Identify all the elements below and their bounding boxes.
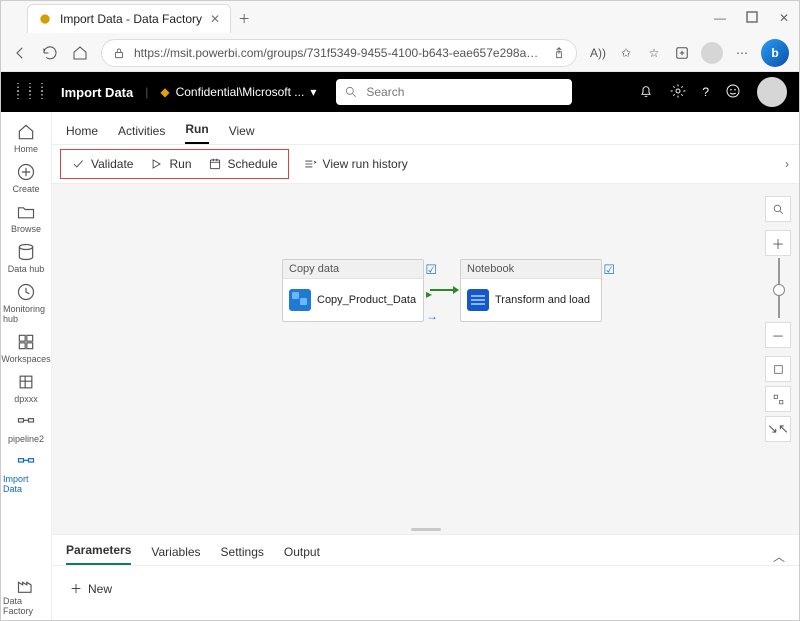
schedule-button[interactable]: Schedule (208, 157, 278, 171)
leftnav-workspaces[interactable]: Workspaces (3, 328, 49, 368)
collections-icon[interactable] (673, 44, 691, 62)
success-check-icon: ☑ (425, 262, 437, 278)
tab-favicon-icon (38, 12, 52, 26)
new-parameter-button[interactable]: ＋ New (52, 566, 799, 611)
connector-success[interactable] (430, 289, 458, 291)
toolbar-overflow-icon[interactable]: › (775, 157, 799, 171)
tab-home[interactable]: Home (66, 124, 98, 144)
node-copy-data[interactable]: Copy data Copy_Product_Data ☑ ▸ → (282, 259, 424, 322)
leftnav-importdata[interactable]: Import Data (3, 448, 49, 498)
auto-layout-button[interactable] (765, 386, 791, 412)
panel-collapse-button[interactable]: ︿ (773, 548, 785, 565)
page-title: Import Data (61, 85, 133, 100)
zoom-slider-handle[interactable] (773, 284, 785, 296)
more-icon[interactable]: ⋯ (733, 44, 751, 62)
run-button[interactable]: Run (149, 157, 191, 171)
bottom-panel: Parameters Variables Settings Output ︿ ＋… (52, 534, 799, 620)
window-minimize-button[interactable]: ― (713, 11, 727, 26)
leftnav-create[interactable]: Create (3, 158, 49, 198)
read-aloud-icon[interactable]: A)) (589, 44, 607, 62)
node-notebook[interactable]: Notebook Transform and load ☑ (460, 259, 602, 322)
refresh-button[interactable] (41, 44, 59, 62)
notebook-icon (467, 289, 489, 311)
home-button[interactable] (71, 44, 89, 62)
output-port-completion[interactable]: → (426, 309, 434, 317)
pipeline-canvas[interactable]: Copy data Copy_Product_Data ☑ ▸ → Notebo… (52, 184, 799, 524)
zoom-in-button[interactable]: ＋ (765, 230, 791, 256)
browser-tab[interactable]: Import Data - Data Factory ✕ (27, 4, 231, 33)
new-tab-button[interactable]: ＋ (231, 5, 257, 31)
leftnav-datahub[interactable]: Data hub (3, 238, 49, 278)
panel-tab-output[interactable]: Output (284, 545, 320, 565)
lock-icon (112, 46, 126, 60)
pipeline-tabs: Home Activities Run View (52, 112, 799, 145)
leftnav-monitoring[interactable]: Monitoring hub (3, 278, 49, 328)
tab-close-icon[interactable]: ✕ (210, 12, 220, 26)
minimize-canvas-button[interactable]: ↘↖ (765, 416, 791, 442)
search-icon (344, 85, 358, 99)
window-close-button[interactable]: ✕ (777, 11, 791, 26)
canvas-search-button[interactable] (765, 196, 791, 222)
notifications-icon[interactable] (638, 83, 654, 102)
leftnav-dpxxx[interactable]: dpxxx (3, 368, 49, 408)
node-name: Copy_Product_Data (317, 294, 416, 306)
user-avatar[interactable] (757, 77, 787, 107)
run-toolbar: Validate Run Schedule View run history › (52, 145, 799, 184)
zoom-out-button[interactable]: － (765, 322, 791, 348)
view-run-history-button[interactable]: View run history (303, 157, 408, 171)
leftnav-browse[interactable]: Browse (3, 198, 49, 238)
leftnav-home[interactable]: Home (3, 118, 49, 158)
leftnav-pipeline2[interactable]: pipeline2 (3, 408, 49, 448)
validate-button[interactable]: Validate (71, 157, 133, 171)
run-toolbar-highlight: Validate Run Schedule (60, 149, 289, 179)
back-button[interactable] (11, 44, 29, 62)
tab-activities[interactable]: Activities (118, 124, 165, 144)
tab-view[interactable]: View (229, 124, 255, 144)
tab-run[interactable]: Run (185, 122, 208, 144)
success-check-icon: ☑ (603, 262, 615, 278)
node-name: Transform and load (495, 294, 590, 306)
app-launcher-icon[interactable]: ⋮⋮⋮⋮⋮⋮⋮⋮⋮ (13, 86, 49, 98)
leftnav-datafactory[interactable]: Data Factory (3, 570, 49, 620)
window-maximize-button[interactable] (745, 11, 759, 26)
favorite-icon[interactable]: ✩ (617, 44, 635, 62)
settings-icon[interactable] (670, 83, 686, 102)
shield-icon: ◆ (160, 85, 169, 99)
left-nav: Home Create Browse Data hub Monitoring h… (1, 112, 52, 620)
profile-avatar[interactable] (701, 42, 723, 64)
url-text: https://msit.powerbi.com/groups/731f5349… (134, 46, 544, 60)
sensitivity-picker[interactable]: ◆ Confidential\Microsoft ... ▾ (160, 85, 316, 99)
bing-chat-button[interactable]: b (761, 39, 789, 67)
node-header: Notebook (461, 260, 601, 279)
help-icon[interactable]: ? (702, 85, 709, 99)
fit-to-screen-button[interactable] (765, 356, 791, 382)
tab-title: Import Data - Data Factory (60, 12, 202, 26)
panel-tab-settings[interactable]: Settings (221, 545, 264, 565)
panel-tab-variables[interactable]: Variables (151, 545, 200, 565)
panel-drag-handle[interactable] (52, 524, 799, 534)
search-input[interactable]: Search (336, 79, 572, 105)
node-header: Copy data (283, 260, 423, 279)
feedback-icon[interactable] (725, 83, 741, 102)
address-bar[interactable]: https://msit.powerbi.com/groups/731f5349… (101, 39, 577, 67)
panel-tab-parameters[interactable]: Parameters (66, 543, 131, 565)
favorites-bar-icon[interactable]: ☆ (645, 44, 663, 62)
copy-data-icon (289, 289, 311, 311)
share-icon[interactable] (552, 46, 566, 60)
